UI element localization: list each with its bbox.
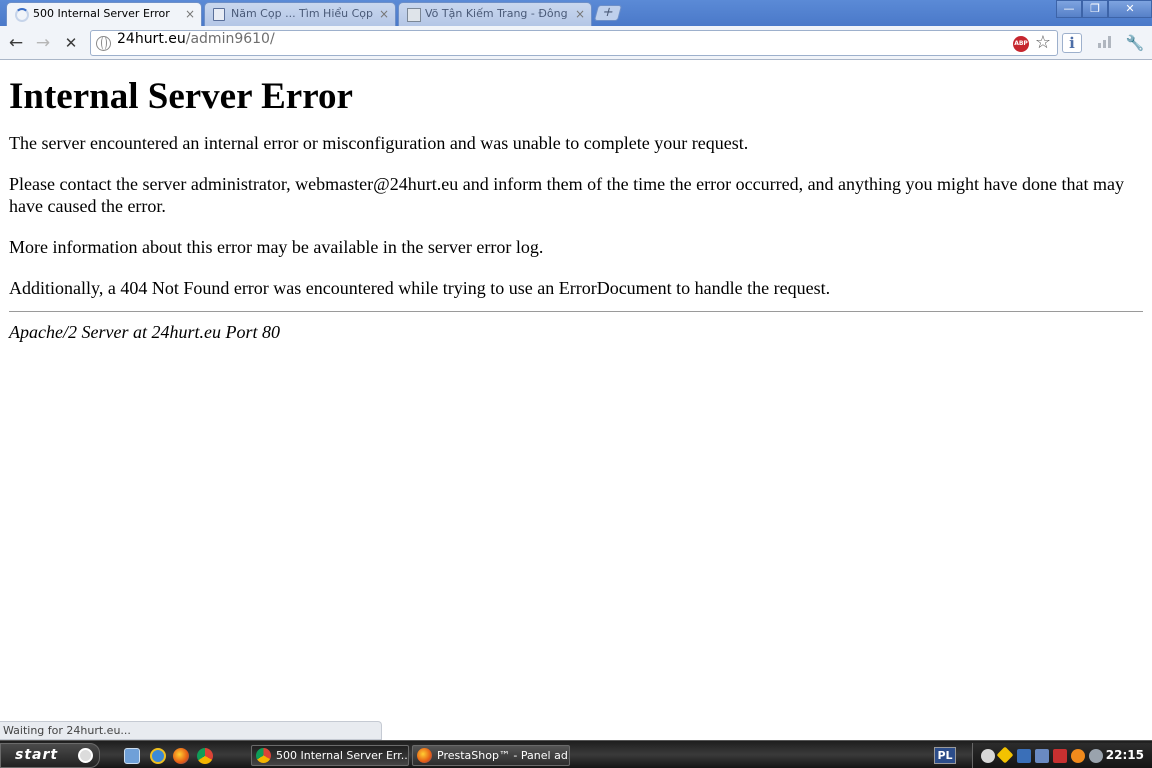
windows-taskbar: start 500 Internal Server Err... PrestaS… [0,740,1152,768]
wireless-tray-icon[interactable] [1035,749,1049,763]
error-paragraph-1: The server encountered an internal error… [9,133,749,153]
loading-spinner-icon [15,8,29,22]
start-orb-icon [78,748,93,763]
restore-window-button[interactable]: ❐ [1082,0,1108,18]
system-tray: 22:15 [972,743,1152,768]
page-content: Internal Server Error The server encount… [0,61,1152,719]
tab-close-icon[interactable]: × [379,3,389,25]
tab-nam-cop[interactable]: Năm Cọp ... Tìm Hiểu Cọp - Tiề × [204,2,396,26]
tab-label: Năm Cọp ... Tìm Hiểu Cọp - Tiề [231,7,373,20]
start-label: start [15,747,59,763]
task-label: 500 Internal Server Err... [276,749,409,762]
volume-tray-icon[interactable] [1089,749,1103,763]
back-button[interactable]: ← [5,32,27,54]
security-tray-icon[interactable] [1053,749,1067,763]
tab-close-icon[interactable]: × [575,3,585,25]
firefox-icon[interactable] [173,748,189,764]
tab-close-icon[interactable]: × [185,3,195,25]
error-heading: Internal Server Error [9,76,353,117]
taskbar-item-chrome[interactable]: 500 Internal Server Err... [251,745,409,766]
info-extension-icon[interactable]: ℹ [1062,33,1082,53]
chrome-icon[interactable] [197,748,213,764]
browser-toolbar: ← → ✕ 24hurt.eu/admin9610/ ABP ☆ ℹ 🔧 [0,26,1152,60]
update-tray-icon[interactable] [1071,749,1085,763]
chrome-icon [256,748,271,763]
forum-icon [407,8,421,22]
desktop-icon[interactable] [124,748,140,764]
browser-tab-strip: 500 Internal Server Error × Năm Cọp ... … [0,0,1152,26]
close-window-button[interactable]: ✕ [1108,0,1152,18]
signal-extension-icon[interactable] [1094,32,1116,54]
minimize-window-button[interactable]: — [1056,0,1082,18]
tab-label: 500 Internal Server Error [33,7,170,20]
error-paragraph-3: More information about this error may be… [9,237,544,257]
forward-button[interactable]: → [32,32,54,54]
stop-button[interactable]: ✕ [60,32,82,54]
ie-icon[interactable] [150,748,166,764]
page-icon [213,8,225,21]
address-bar[interactable]: 24hurt.eu/admin9610/ ABP ☆ [90,30,1058,56]
task-label: PrestaShop™ - Panel ad... [437,749,570,762]
error-paragraph-4: Additionally, a 404 Not Found error was … [9,278,831,298]
taskbar-item-firefox[interactable]: PrestaShop™ - Panel ad... [412,745,570,766]
error-paragraph-2: Please contact the server administrator,… [9,174,1124,216]
language-indicator[interactable]: PL [934,747,956,764]
status-bubble: Waiting for 24hurt.eu... [0,721,382,740]
star-tray-icon[interactable] [996,746,1014,764]
start-button[interactable]: start [0,743,100,768]
url-text[interactable]: 24hurt.eu/admin9610/ [117,31,275,47]
tab-label: Võ Tận Kiếm Trang - Đông Phư [425,7,569,20]
taskbar-clock[interactable]: 22:15 [1106,743,1144,768]
globe-icon [96,36,111,51]
tab-vo-tan-kiem-trang[interactable]: Võ Tận Kiếm Trang - Đông Phư × [398,2,592,26]
wrench-menu-icon[interactable]: 🔧 [1124,32,1146,54]
firefox-icon [417,748,432,763]
new-tab-button[interactable]: + [593,5,623,21]
server-signature: Apache/2 Server at 24hurt.eu Port 80 [9,322,280,342]
network-disconnected-tray-icon[interactable] [1017,749,1031,763]
messenger-tray-icon[interactable] [981,749,995,763]
signal-bars-icon [1098,36,1111,48]
bookmark-star-icon[interactable]: ☆ [1035,32,1051,53]
tab-500-internal-server-error[interactable]: 500 Internal Server Error × [6,2,202,26]
url-host: 24hurt.eu [117,31,186,47]
url-path: /admin9610/ [185,31,275,47]
adblock-plus-icon[interactable]: ABP [1013,36,1029,52]
divider [9,311,1143,312]
